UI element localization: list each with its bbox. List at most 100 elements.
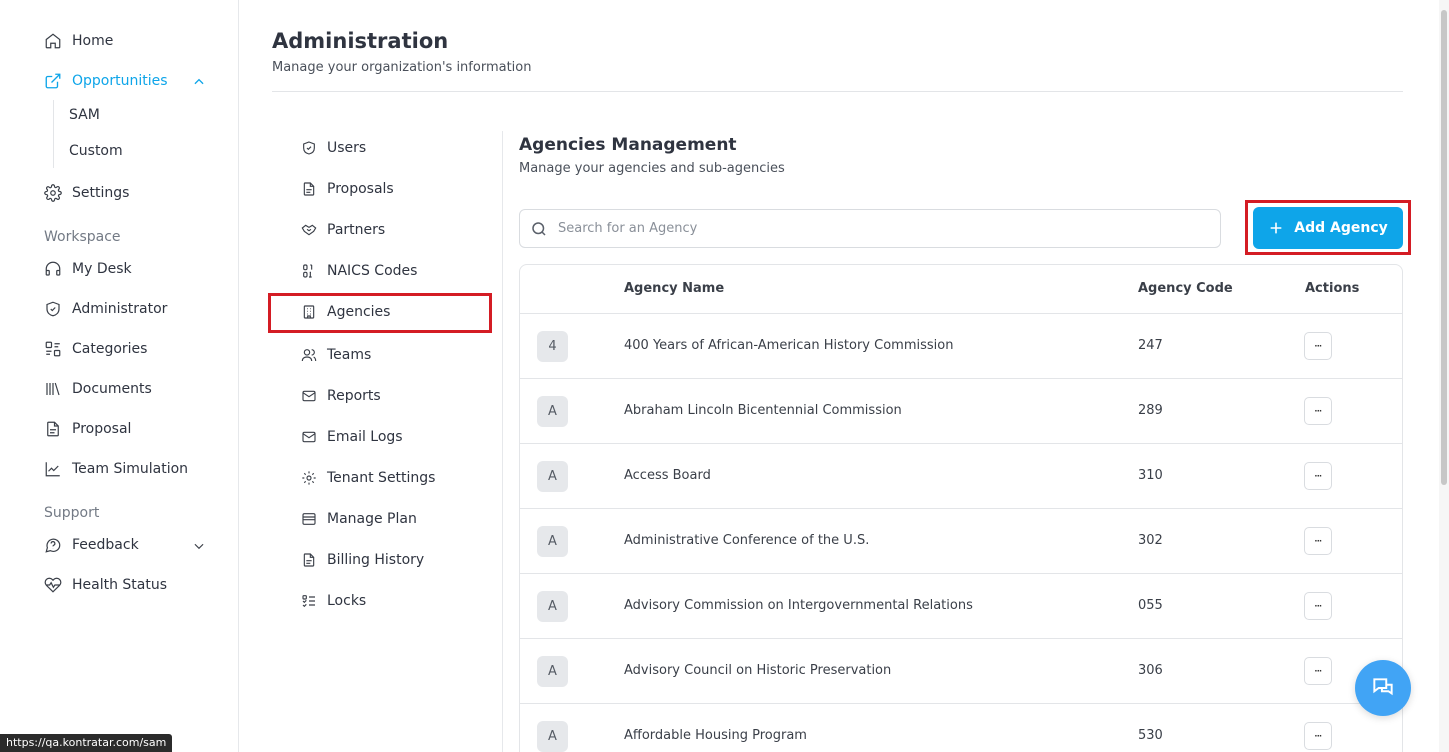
users-icon	[301, 349, 317, 362]
column-header-agency-name[interactable]: Agency Name	[624, 281, 724, 296]
admin-menu-users[interactable]: Users	[301, 137, 366, 159]
agency-avatar: A	[537, 656, 568, 687]
row-actions-button[interactable]: ···	[1304, 527, 1332, 555]
document-icon	[47, 421, 59, 437]
row-actions-button[interactable]: ···	[1304, 462, 1332, 490]
search-icon	[532, 221, 546, 236]
row-actions-button[interactable]: ···	[1304, 657, 1332, 685]
page-scrollbar[interactable]	[1439, 0, 1449, 752]
page-subtitle: Manage your organization's information	[272, 60, 532, 75]
sidebar-item-label: Feedback	[72, 537, 139, 553]
admin-menu-billing-history[interactable]: Billing History	[301, 549, 424, 571]
admin-menu-tenant-settings[interactable]: Tenant Settings	[301, 467, 435, 489]
shield-icon	[46, 301, 60, 317]
admin-menu-label: Email Logs	[327, 429, 403, 445]
add-agency-button[interactable]: Add Agency	[1253, 207, 1403, 249]
agencies-highlight-box	[268, 293, 492, 333]
table-row[interactable]: A Advisory Council on Historic Preservat…	[520, 639, 1402, 704]
agency-name: Administrative Conference of the U.S.	[624, 533, 870, 548]
sidebar-item-home[interactable]: Home	[44, 29, 113, 53]
row-actions-button[interactable]: ···	[1304, 722, 1332, 750]
sidebar-item-label: Categories	[72, 341, 148, 357]
agency-search[interactable]	[519, 209, 1221, 248]
agency-code: 530	[1138, 728, 1163, 743]
mail-icon	[302, 431, 316, 443]
admin-menu-naics-codes[interactable]: NAICS Codes	[301, 260, 417, 282]
chevron-up-icon[interactable]	[192, 75, 206, 89]
mail-icon	[302, 390, 316, 402]
admin-menu-label: Partners	[327, 222, 386, 238]
table-row[interactable]: A Abraham Lincoln Bicentennial Commissio…	[520, 379, 1402, 444]
admin-menu-proposals[interactable]: Proposals	[301, 178, 394, 200]
workspace-label: Workspace	[44, 229, 121, 245]
sidebar-item-administrator[interactable]: Administrator	[44, 297, 167, 321]
sidebar-item-documents[interactable]: Documents	[44, 377, 152, 401]
external-link-icon	[45, 73, 61, 89]
home-icon	[45, 33, 61, 49]
agency-name: Affordable Housing Program	[624, 728, 807, 743]
sidebar-item-team-simulation[interactable]: Team Simulation	[44, 457, 188, 481]
chevron-down-icon[interactable]	[192, 539, 206, 553]
gear-icon	[302, 471, 316, 485]
submenu-line	[53, 100, 54, 168]
sidebar-item-my-desk[interactable]: My Desk	[44, 257, 132, 281]
row-actions-button[interactable]: ···	[1304, 397, 1332, 425]
table-row[interactable]: A Affordable Housing Program 530 ···	[520, 704, 1402, 752]
agency-search-input[interactable]	[558, 221, 1198, 236]
shield-check-icon	[303, 141, 315, 155]
sidebar-item-label: Team Simulation	[72, 461, 189, 477]
agencies-table: Agency Name Agency Code Actions 4 400 Ye…	[519, 264, 1403, 752]
row-actions-button[interactable]: ···	[1304, 332, 1332, 360]
agency-avatar: 4	[537, 331, 568, 362]
gear-icon	[44, 184, 62, 202]
admin-menu-locks[interactable]: Locks	[301, 590, 366, 612]
credit-card-icon	[302, 513, 316, 525]
support-label: Support	[44, 505, 100, 521]
table-row[interactable]: A Administrative Conference of the U.S. …	[520, 509, 1402, 574]
agency-code: 306	[1138, 663, 1163, 678]
table-row[interactable]: A Advisory Commission on Intergovernment…	[520, 574, 1402, 639]
agencies-subtitle: Manage your agencies and sub-agencies	[519, 161, 785, 176]
sidebar-item-settings[interactable]: Settings	[44, 181, 129, 205]
agency-name: Advisory Commission on Intergovernmental…	[624, 598, 973, 613]
agency-code: 289	[1138, 403, 1163, 418]
sidebar-item-proposal[interactable]: Proposal	[44, 417, 131, 441]
handshake-icon	[301, 224, 317, 236]
agency-code: 247	[1138, 338, 1163, 353]
sidebar-item-health-status[interactable]: Health Status	[44, 573, 167, 597]
file-icon	[303, 182, 315, 196]
admin-menu-email-logs[interactable]: Email Logs	[301, 426, 403, 448]
agency-name: Access Board	[624, 468, 711, 483]
sidebar-item-label: Home	[72, 33, 114, 49]
agency-code: 310	[1138, 468, 1163, 483]
sidebar-item-feedback[interactable]: Feedback	[44, 533, 139, 557]
admin-menu-divider	[502, 131, 503, 752]
admin-menu-reports[interactable]: Reports	[301, 385, 381, 407]
agency-avatar: A	[537, 461, 568, 492]
row-actions-button[interactable]: ···	[1304, 592, 1332, 620]
categories-icon	[45, 341, 61, 357]
sidebar-item-label: Administrator	[72, 301, 168, 317]
scrollbar-thumb[interactable]	[1441, 10, 1447, 485]
chat-button[interactable]	[1355, 660, 1411, 716]
status-bar-url: https://qa.kontratar.com/sam	[0, 734, 173, 752]
admin-menu-label: Tenant Settings	[327, 470, 436, 486]
sidebar-subitem-custom[interactable]: Custom	[69, 143, 123, 159]
plus-icon	[1270, 222, 1282, 234]
admin-menu-teams[interactable]: Teams	[301, 344, 371, 366]
admin-menu-label: Locks	[327, 593, 367, 609]
line-chart-icon	[45, 462, 60, 477]
sidebar-subitem-sam[interactable]: SAM	[69, 107, 100, 123]
file-icon	[303, 553, 315, 567]
table-row[interactable]: 4 400 Years of African-American History …	[520, 314, 1402, 379]
admin-menu-label: Users	[327, 140, 367, 156]
agency-avatar: A	[537, 721, 568, 752]
admin-menu-partners[interactable]: Partners	[301, 219, 385, 241]
sidebar-item-categories[interactable]: Categories	[44, 337, 147, 361]
sidebar-item-opportunities[interactable]: Opportunities	[44, 69, 168, 93]
headset-icon	[45, 261, 61, 276]
table-row[interactable]: A Access Board 310 ···	[520, 444, 1402, 509]
column-header-agency-code[interactable]: Agency Code	[1138, 281, 1233, 296]
message-icon	[45, 538, 61, 553]
admin-menu-manage-plan[interactable]: Manage Plan	[301, 508, 417, 530]
